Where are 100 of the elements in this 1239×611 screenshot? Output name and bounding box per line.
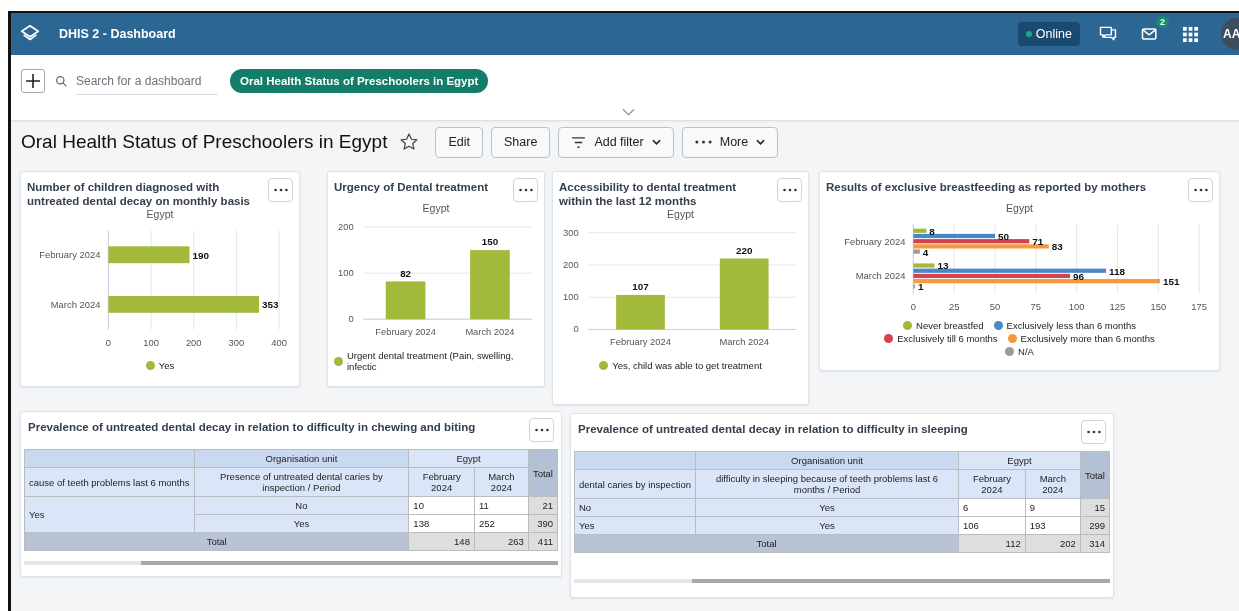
ellipsis-icon xyxy=(694,140,712,144)
tick-label: 0 xyxy=(348,314,354,325)
tick-label: 150 xyxy=(1150,300,1167,312)
value-label: 353 xyxy=(262,299,279,311)
legend-label[interactable]: Yes xyxy=(158,360,175,371)
header-cell: Total xyxy=(1080,451,1110,499)
plus-icon xyxy=(25,73,41,89)
legend-label[interactable]: Exclusively more than 6 months xyxy=(1020,333,1155,344)
value-label: 83 xyxy=(1051,241,1063,253)
legend-label[interactable]: Exclusively less than 6 months xyxy=(1006,320,1136,331)
category-label: February 2024 xyxy=(610,337,671,348)
chart-title: Urgency of Dental treatment xyxy=(334,180,488,194)
menu-button[interactable] xyxy=(1188,178,1213,202)
chart-subtitle: Egypt xyxy=(421,202,451,214)
header-cell: dental caries by inspection xyxy=(574,469,696,499)
toolbar-button[interactable]: Share xyxy=(491,126,551,158)
dashboard-title: Oral Health Status of Preschoolers in Egypt xyxy=(21,131,388,153)
legend-label[interactable]: Exclusively till 6 months xyxy=(897,333,998,344)
category-label: February 2024 xyxy=(844,235,906,247)
value-label: 220 xyxy=(736,244,753,256)
horizontal-scrollbar[interactable] xyxy=(24,561,558,565)
caret-icon xyxy=(756,139,766,145)
tick-label: 0 xyxy=(910,300,916,312)
category-label: March 2024 xyxy=(465,326,515,337)
header-cell: Organisation unit xyxy=(695,451,959,470)
apps-grid-icon[interactable] xyxy=(1182,25,1199,43)
chart-subtitle: Egypt xyxy=(145,208,175,220)
menu-button[interactable] xyxy=(268,178,293,202)
add-dashboard-button[interactable] xyxy=(21,69,45,93)
tick-label: 300 xyxy=(563,227,579,238)
toolbar-button[interactable]: Edit xyxy=(435,126,483,158)
ellipsis-icon xyxy=(1193,188,1208,192)
tick-label: 50 xyxy=(989,300,1001,312)
category-label: February 2024 xyxy=(375,326,436,337)
value-label: 190 xyxy=(192,249,209,261)
legend-label[interactable]: Yes, child was able to get treatment xyxy=(612,360,762,371)
menu-button[interactable] xyxy=(529,418,554,442)
value-label: 107 xyxy=(632,281,649,292)
menu-button[interactable] xyxy=(1081,420,1106,444)
tick-label: 200 xyxy=(338,222,354,232)
header-cell: February 2024 xyxy=(958,469,1026,499)
category-label: March 2024 xyxy=(719,337,769,348)
axis-line xyxy=(912,223,914,295)
tick-label: 175 xyxy=(1191,300,1207,312)
search-icon xyxy=(55,74,68,88)
category-label: March 2024 xyxy=(855,270,906,282)
tick-label: 125 xyxy=(1109,300,1126,312)
header-cell: February 2024 xyxy=(408,467,475,497)
ellipsis-icon xyxy=(273,188,288,192)
tick-label: 100 xyxy=(1068,300,1085,312)
star-icon[interactable] xyxy=(399,132,420,152)
header-cell: difficulty in sleeping because of teeth problems last 6 months / Period xyxy=(695,469,959,499)
menu-button[interactable] xyxy=(777,178,802,202)
tick-label: 200 xyxy=(185,336,202,348)
tick-label: 300 xyxy=(228,336,245,348)
more-button[interactable]: More xyxy=(681,126,779,158)
chart-subtitle: Egypt xyxy=(666,208,695,220)
bar xyxy=(470,250,510,320)
tick-label: 200 xyxy=(563,259,579,270)
filter-icon xyxy=(571,136,587,148)
bar xyxy=(616,294,665,330)
header-cell: cause of teeth problems last 6 months xyxy=(24,467,195,497)
tick-label: 0 xyxy=(573,324,579,335)
tick-label: 100 xyxy=(143,336,159,348)
caret-icon xyxy=(651,139,661,145)
ellipsis-icon xyxy=(782,188,797,192)
legend-label[interactable]: Never breastfed xyxy=(916,320,984,331)
chart-title: Accessibility to dental treatment within the last 12 months xyxy=(559,180,738,208)
chevron-down-icon[interactable] xyxy=(622,108,635,116)
horizontal-scrollbar[interactable] xyxy=(574,579,1110,583)
header-cell: March 2024 xyxy=(474,467,529,497)
table-title: Prevalence of untreated dental decay in relation to difficulty in sleeping xyxy=(578,422,968,436)
legend-label[interactable]: Urgent dental treatment (Pain, swelling, infectic xyxy=(347,350,538,372)
bar xyxy=(719,258,769,330)
search-field[interactable]: Search for a dashboard xyxy=(76,67,218,95)
tick-label: 100 xyxy=(338,268,354,279)
category-label: February 2024 xyxy=(39,249,101,261)
tick-label: 75 xyxy=(1030,300,1042,312)
dashboard-chip[interactable]: Oral Health Status of Preschoolers in Egypt xyxy=(230,69,489,93)
tick-label: 0 xyxy=(105,336,111,348)
notification-badge: 2 xyxy=(1156,16,1169,28)
tick-label: 25 xyxy=(948,300,960,312)
header-cell: Total xyxy=(528,449,558,497)
header-cell: Egypt xyxy=(958,451,1081,470)
legend-label[interactable]: N/A xyxy=(1018,346,1034,357)
value-label: 82 xyxy=(400,267,412,279)
chart-title: Number of children diagnosed with untreated dental decay on monthly basis xyxy=(27,180,252,208)
ellipsis-icon xyxy=(1086,430,1101,434)
app-title: DHIS 2 - Dashboard xyxy=(59,27,176,41)
header-cell: Organisation unit xyxy=(194,449,409,468)
category-label: March 2024 xyxy=(50,298,101,310)
chart-title: Results of exclusive breastfeeding as reported by mothers xyxy=(826,180,1147,194)
bar xyxy=(385,281,426,320)
value-label: 13 xyxy=(937,260,949,272)
menu-button[interactable] xyxy=(513,178,538,202)
status-label: Online xyxy=(1035,27,1072,41)
chart-subtitle: Egypt xyxy=(1005,202,1034,214)
add-filter-button[interactable]: Add filter xyxy=(558,126,674,158)
value-label: 150 xyxy=(481,236,499,248)
tick-label: 400 xyxy=(271,336,287,348)
